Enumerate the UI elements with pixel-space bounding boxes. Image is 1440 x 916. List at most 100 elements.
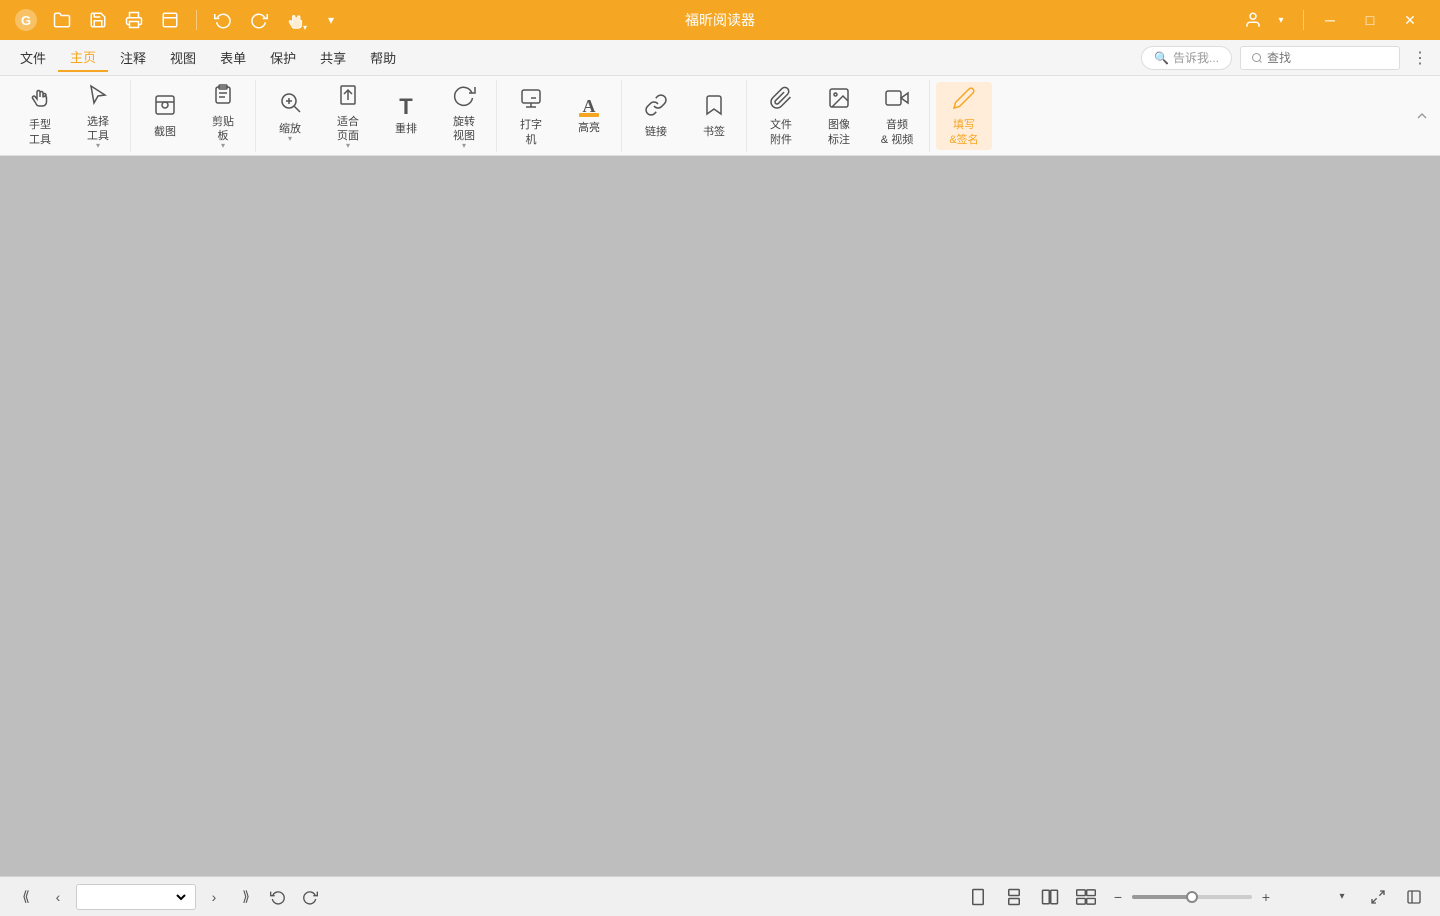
app-title: 福昕阅读器: [685, 10, 755, 30]
window-controls: ▾ ─ □ ✕: [1239, 6, 1428, 34]
file-attach-label: 文件附件: [770, 118, 792, 147]
tool-group-insert: 链接 书签: [624, 80, 747, 152]
menu-protect[interactable]: 保护: [258, 44, 308, 72]
reading-mode-button[interactable]: [1400, 883, 1428, 911]
tell-me-box[interactable]: 🔍 告诉我...: [1141, 46, 1232, 70]
user-icon[interactable]: [1239, 6, 1267, 34]
image-mark-label: 图像标注: [828, 118, 850, 147]
rotate-view-icon: [452, 83, 476, 111]
fit-page-icon: [336, 83, 360, 111]
zoom-in-button[interactable]: +: [1256, 887, 1276, 907]
menu-help[interactable]: 帮助: [358, 44, 408, 72]
rotate-view-arrow: ▾: [462, 141, 466, 150]
search-small-icon: 🔍: [1154, 51, 1169, 65]
two-page-view-button[interactable]: [1036, 883, 1064, 911]
two-page-continuous-view-button[interactable]: [1072, 883, 1100, 911]
tool-group-sign: 填写&签名: [932, 80, 996, 152]
zoom-arrow: ▾: [288, 134, 292, 143]
undo-icon[interactable]: [209, 6, 237, 34]
link-button[interactable]: 链接: [628, 82, 684, 150]
screenshot-icon: [153, 93, 177, 121]
zoom-slider[interactable]: [1132, 895, 1252, 899]
toolbar-collapse-button[interactable]: [1412, 106, 1432, 126]
rotate-cw-button[interactable]: [296, 883, 324, 911]
menubar: 文件 主页 注释 视图 表单 保护 共享 帮助 🔍 告诉我... ⋮: [0, 40, 1440, 76]
audio-video-button[interactable]: 音频& 视频: [869, 82, 925, 150]
continuous-view-button[interactable]: [1000, 883, 1028, 911]
single-page-view-button[interactable]: [964, 883, 992, 911]
next-page-button[interactable]: ›: [200, 883, 228, 911]
rotate-ccw-button[interactable]: [264, 883, 292, 911]
typewriter-button[interactable]: 打字机: [503, 82, 559, 150]
select-tool-arrow: ▾: [96, 141, 100, 150]
clipboard-button[interactable]: 剪贴板 ▾: [195, 82, 251, 150]
fill-sign-label: 填写&签名: [949, 118, 978, 147]
bookmark-label: 书签: [703, 125, 725, 139]
menu-file[interactable]: 文件: [8, 44, 58, 72]
select-tool-icon: [86, 83, 110, 111]
prev-page-button[interactable]: ‹: [44, 883, 72, 911]
search-input[interactable]: [1267, 51, 1387, 65]
menu-annotation[interactable]: 注释: [108, 44, 158, 72]
clipboard-icon: [211, 83, 235, 111]
fit-page-arrow: ▾: [346, 141, 350, 150]
maximize-button[interactable]: □: [1352, 6, 1388, 34]
page-selector[interactable]: [76, 884, 196, 910]
print-icon[interactable]: [120, 6, 148, 34]
typewriter-label: 打字机: [520, 118, 542, 147]
menu-home[interactable]: 主页: [58, 44, 108, 72]
image-mark-button[interactable]: 图像标注: [811, 82, 867, 150]
zoom-out-button[interactable]: −: [1108, 887, 1128, 907]
fullscreen-button[interactable]: [1364, 883, 1392, 911]
redo-icon[interactable]: [245, 6, 273, 34]
menu-share[interactable]: 共享: [308, 44, 358, 72]
page-select[interactable]: [83, 889, 189, 905]
menu-form[interactable]: 表单: [208, 44, 258, 72]
first-page-button[interactable]: ⟪: [12, 883, 40, 911]
link-label: 链接: [645, 125, 667, 139]
menu-view[interactable]: 视图: [158, 44, 208, 72]
hand-tool-button[interactable]: 手型工具: [12, 82, 68, 150]
svg-text:G: G: [21, 13, 31, 28]
zoom-button[interactable]: 缩放 ▾: [262, 82, 318, 150]
clipboard-label: 剪贴板: [212, 115, 234, 144]
user-dropdown-icon[interactable]: ▾: [1267, 6, 1295, 34]
reflow-label: 重排: [395, 122, 417, 136]
screenshot-button[interactable]: 截图: [137, 82, 193, 150]
select-tool-button[interactable]: 选择工具 ▾: [70, 82, 126, 150]
bookmark-button[interactable]: 书签: [686, 82, 742, 150]
last-page-button[interactable]: ⟫: [232, 883, 260, 911]
tool-group-clipboard: 截图 剪贴板 ▾: [133, 80, 256, 152]
file-attach-button[interactable]: 文件附件: [753, 82, 809, 150]
image-mark-icon: [827, 86, 851, 114]
hand-tool-title-icon[interactable]: ▾: [281, 6, 309, 34]
search-box[interactable]: [1240, 46, 1400, 70]
reflow-button[interactable]: T 重排: [378, 82, 434, 150]
menu-search-area: 🔍 告诉我... ⋮: [1141, 46, 1432, 70]
fit-page-button[interactable]: 适合页面 ▾: [320, 82, 376, 150]
tell-me-text: 告诉我...: [1173, 49, 1219, 66]
minimize-button[interactable]: ─: [1312, 6, 1348, 34]
audio-video-label: 音频& 视频: [881, 118, 913, 147]
select-tool-label: 选择工具: [87, 115, 109, 144]
statusbar: ⟪ ‹ › ⟫ − +: [0, 876, 1440, 916]
close-button[interactable]: ✕: [1392, 6, 1428, 34]
more-options-button[interactable]: ⋮: [1408, 46, 1432, 70]
titlebar: G ▾ ▾ 福昕阅读器 ▾ ─ □: [0, 0, 1440, 40]
quick-access-dropdown[interactable]: ▾: [317, 6, 345, 34]
fill-sign-button[interactable]: 填写&签名: [936, 82, 992, 150]
zoom-slider-thumb: [1186, 891, 1198, 903]
statusbar-right: − + ▾: [964, 883, 1428, 911]
clipboard-arrow: ▾: [221, 141, 225, 150]
highlight-button[interactable]: A 高亮: [561, 82, 617, 150]
zoom-slider-fill: [1132, 895, 1192, 899]
save-icon[interactable]: [84, 6, 112, 34]
file-attach-icon: [769, 86, 793, 114]
open-file-icon[interactable]: [48, 6, 76, 34]
highlight-icon: A: [579, 97, 599, 117]
zoom-dropdown-button[interactable]: ▾: [1328, 883, 1356, 911]
app-logo[interactable]: G: [12, 6, 40, 34]
rotate-view-button[interactable]: 旋转视图 ▾: [436, 82, 492, 150]
window-icon[interactable]: [156, 6, 184, 34]
screenshot-label: 截图: [154, 125, 176, 139]
